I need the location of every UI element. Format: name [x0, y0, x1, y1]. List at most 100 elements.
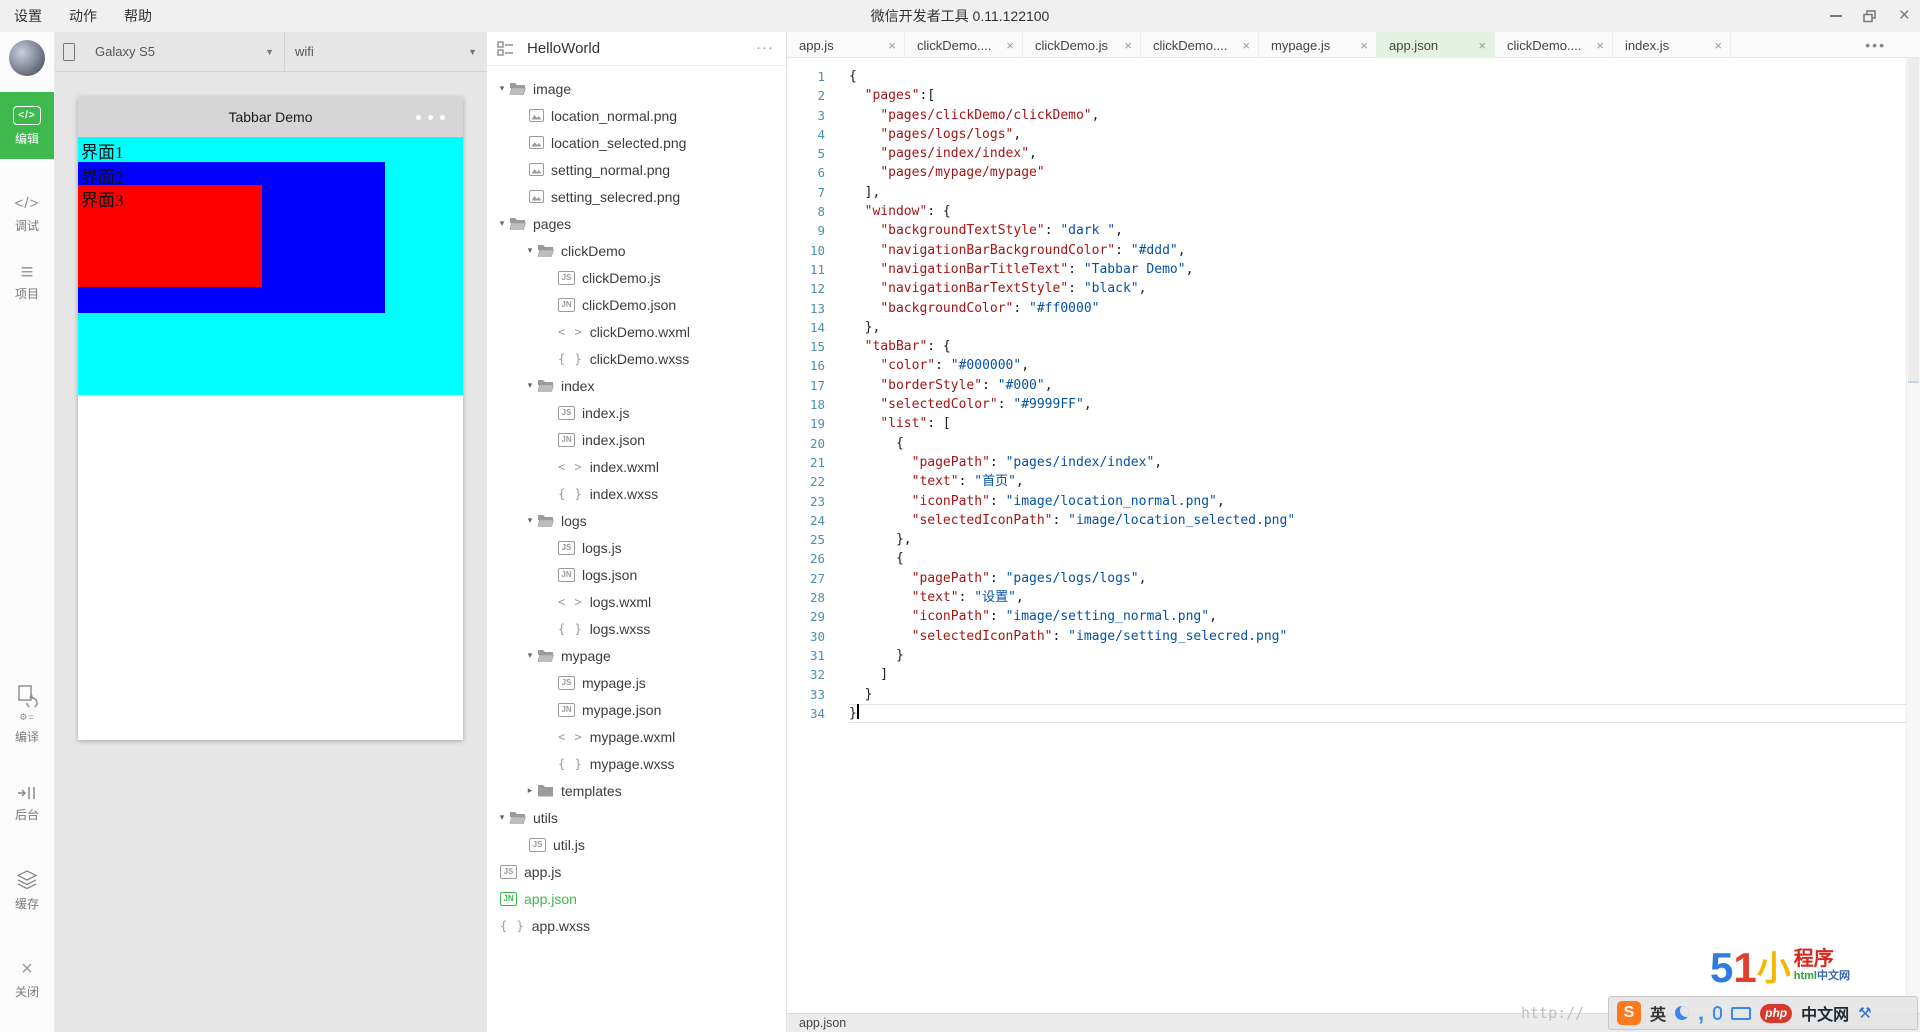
- chevron-down-icon[interactable]: ▾: [523, 650, 537, 661]
- code-line-8[interactable]: 8 "window": {: [787, 202, 1906, 221]
- tab-close-icon[interactable]: ×: [1596, 38, 1604, 53]
- tree-item-mypage.js[interactable]: JS mypage.js: [487, 669, 786, 696]
- tab-close-icon[interactable]: ×: [1006, 38, 1014, 53]
- tab-close-icon[interactable]: ×: [888, 38, 896, 53]
- tree-item-app.wxss[interactable]: { } app.wxss: [487, 912, 786, 939]
- tree-item-index.wxss[interactable]: { } index.wxss: [487, 480, 786, 507]
- tab-close-icon[interactable]: ×: [1714, 38, 1722, 53]
- restore-button[interactable]: [1860, 6, 1880, 26]
- editor-tab-clickDemo[interactable]: clickDemo.... ×: [1495, 32, 1613, 58]
- tree-item-clickDemo.wxml[interactable]: < > clickDemo.wxml: [487, 318, 786, 345]
- editor-tab-index.js[interactable]: index.js ×: [1613, 32, 1731, 58]
- code-line-9[interactable]: 9 "backgroundTextStyle": "dark ",: [787, 221, 1906, 240]
- code-line-26[interactable]: 26 {: [787, 549, 1906, 568]
- tree-item-location_selected.png[interactable]: location_selected.png: [487, 129, 786, 156]
- tree-item-index.wxml[interactable]: < > index.wxml: [487, 453, 786, 480]
- sidebar-item-cache[interactable]: 缓存: [0, 870, 54, 912]
- code-line-1[interactable]: 1{: [787, 67, 1906, 86]
- tree-item-logs[interactable]: ▾ logs: [487, 507, 786, 534]
- code-line-34[interactable]: 34}: [787, 703, 1906, 723]
- tree-item-clickDemo.wxss[interactable]: { } clickDemo.wxss: [487, 345, 786, 372]
- minimize-button[interactable]: [1826, 6, 1846, 26]
- code-line-13[interactable]: 13 "backgroundColor": "#ff0000": [787, 299, 1906, 318]
- editor-tab-clickDemo.js[interactable]: clickDemo.js ×: [1023, 32, 1141, 58]
- code-line-15[interactable]: 15 "tabBar": {: [787, 337, 1906, 356]
- preview-layer-3[interactable]: 界面3: [78, 185, 262, 287]
- code-line-32[interactable]: 32 ]: [787, 665, 1906, 684]
- tree-item-mypage.wxml[interactable]: < > mypage.wxml: [487, 723, 786, 750]
- chevron-down-icon[interactable]: ▾: [495, 218, 509, 229]
- code-line-25[interactable]: 25 },: [787, 530, 1906, 549]
- tree-item-setting_selecred.png[interactable]: setting_selecred.png: [487, 183, 786, 210]
- code-line-18[interactable]: 18 "selectedColor": "#9999FF",: [787, 395, 1906, 414]
- sidebar-item-debug[interactable]: </> 调试: [0, 195, 54, 234]
- tree-item-pages[interactable]: ▾ pages: [487, 210, 786, 237]
- network-select[interactable]: wifi ▼: [285, 32, 487, 72]
- chevron-down-icon[interactable]: ▾: [523, 380, 537, 391]
- tabs-overflow-button[interactable]: •••: [1865, 32, 1886, 58]
- tree-item-logs.json[interactable]: JN logs.json: [487, 561, 786, 588]
- code-line-20[interactable]: 20 {: [787, 434, 1906, 453]
- chevron-down-icon[interactable]: ▾: [495, 83, 509, 94]
- tree-item-templates[interactable]: ▸ templates: [487, 777, 786, 804]
- tree-item-clickDemo.json[interactable]: JN clickDemo.json: [487, 291, 786, 318]
- code-line-31[interactable]: 31 }: [787, 646, 1906, 665]
- sidebar-item-edit[interactable]: </> 编辑: [0, 92, 54, 159]
- tree-item-app.json[interactable]: JN app.json: [487, 885, 786, 912]
- code-line-29[interactable]: 29 "iconPath": "image/setting_normal.png…: [787, 607, 1906, 626]
- chevron-right-icon[interactable]: ▸: [523, 785, 537, 796]
- code-line-23[interactable]: 23 "iconPath": "image/location_normal.pn…: [787, 492, 1906, 511]
- editor-scrollbar[interactable]: [1906, 58, 1920, 1013]
- tree-item-location_normal.png[interactable]: location_normal.png: [487, 102, 786, 129]
- code-line-28[interactable]: 28 "text": "设置",: [787, 588, 1906, 607]
- editor-tab-mypage.js[interactable]: mypage.js ×: [1259, 32, 1377, 58]
- code-line-22[interactable]: 22 "text": "首页",: [787, 472, 1906, 491]
- code-line-27[interactable]: 27 "pagePath": "pages/logs/logs",: [787, 569, 1906, 588]
- scrollbar-thumb[interactable]: [1908, 58, 1919, 383]
- tree-item-logs.wxml[interactable]: < > logs.wxml: [487, 588, 786, 615]
- code-line-6[interactable]: 6 "pages/mypage/mypage": [787, 163, 1906, 182]
- explorer-more-icon[interactable]: ···: [756, 39, 774, 56]
- tab-close-icon[interactable]: ×: [1360, 38, 1368, 53]
- code-line-7[interactable]: 7 ],: [787, 183, 1906, 202]
- nav-more-dots-icon[interactable]: [416, 115, 445, 120]
- code-line-11[interactable]: 11 "navigationBarTitleText": "Tabbar Dem…: [787, 260, 1906, 279]
- tree-item-clickDemo[interactable]: ▾ clickDemo: [487, 237, 786, 264]
- code-line-5[interactable]: 5 "pages/index/index",: [787, 144, 1906, 163]
- code-line-16[interactable]: 16 "color": "#000000",: [787, 356, 1906, 375]
- tree-item-image[interactable]: ▾ image: [487, 75, 786, 102]
- code-line-33[interactable]: 33 }: [787, 685, 1906, 704]
- code-line-2[interactable]: 2 "pages":[: [787, 86, 1906, 105]
- sidebar-item-project[interactable]: ≡ 项目: [0, 261, 54, 302]
- code-line-4[interactable]: 4 "pages/logs/logs",: [787, 125, 1906, 144]
- tree-item-index.js[interactable]: JS index.js: [487, 399, 786, 426]
- tree-item-clickDemo.js[interactable]: JS clickDemo.js: [487, 264, 786, 291]
- tab-close-icon[interactable]: ×: [1242, 38, 1250, 53]
- editor-tab-app.json[interactable]: app.json ×: [1377, 32, 1495, 58]
- sidebar-item-compile[interactable]: ⚙= 编译: [0, 685, 54, 745]
- tab-close-icon[interactable]: ×: [1124, 38, 1132, 53]
- code-line-3[interactable]: 3 "pages/clickDemo/clickDemo",: [787, 106, 1906, 125]
- code-line-14[interactable]: 14 },: [787, 318, 1906, 337]
- code-line-30[interactable]: 30 "selectedIconPath": "image/setting_se…: [787, 627, 1906, 646]
- code-editor[interactable]: 1{2 "pages":[3 "pages/clickDemo/clickDem…: [787, 58, 1906, 1013]
- tree-item-logs.js[interactable]: JS logs.js: [487, 534, 786, 561]
- editor-tab-clickDemo[interactable]: clickDemo.... ×: [1141, 32, 1259, 58]
- device-select[interactable]: Galaxy S5 ▼: [85, 31, 285, 72]
- tree-item-mypage.json[interactable]: JN mypage.json: [487, 696, 786, 723]
- sidebar-item-close-project[interactable]: × 关闭: [0, 959, 54, 1000]
- tree-item-mypage.wxss[interactable]: { } mypage.wxss: [487, 750, 786, 777]
- code-line-24[interactable]: 24 "selectedIconPath": "image/location_s…: [787, 511, 1906, 530]
- editor-tab-app.js[interactable]: app.js ×: [787, 32, 905, 58]
- tree-item-util.js[interactable]: JS util.js: [487, 831, 786, 858]
- tree-item-app.js[interactable]: JS app.js: [487, 858, 786, 885]
- code-line-17[interactable]: 17 "borderStyle": "#000",: [787, 376, 1906, 395]
- tree-item-mypage[interactable]: ▾ mypage: [487, 642, 786, 669]
- tree-item-setting_normal.png[interactable]: setting_normal.png: [487, 156, 786, 183]
- code-line-10[interactable]: 10 "navigationBarBackgroundColor": "#ddd…: [787, 241, 1906, 260]
- chevron-down-icon[interactable]: ▾: [523, 515, 537, 526]
- tree-item-index[interactable]: ▾ index: [487, 372, 786, 399]
- close-button[interactable]: ×: [1894, 6, 1914, 26]
- chevron-down-icon[interactable]: ▾: [523, 245, 537, 256]
- sidebar-item-background[interactable]: 后台: [0, 785, 54, 823]
